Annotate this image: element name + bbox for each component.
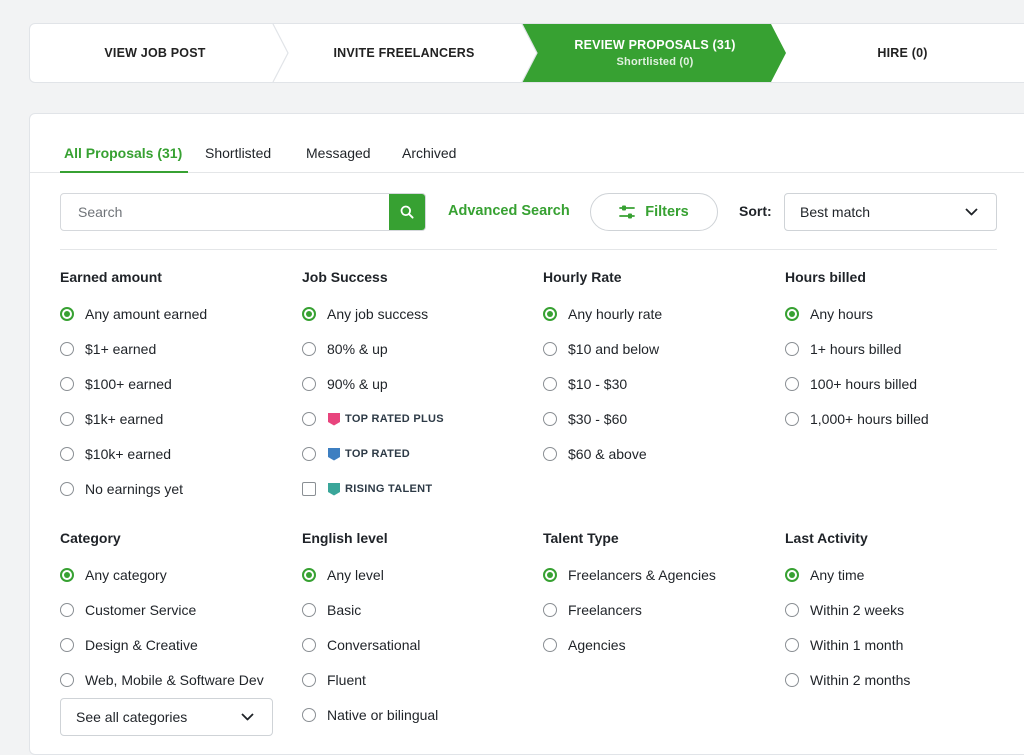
group-title: Earned amount <box>60 269 162 285</box>
radio-option[interactable]: Basic <box>302 600 361 620</box>
radio-option[interactable]: Any level <box>302 565 384 585</box>
step-label: REVIEW PROPOSALS (31) <box>574 38 736 52</box>
proposal-tabs: All Proposals (31) Shortlisted Messaged … <box>30 114 1024 173</box>
group-title: Category <box>60 530 121 546</box>
advanced-search-link[interactable]: Advanced Search <box>448 203 570 219</box>
radio-option[interactable]: Within 2 months <box>785 670 910 690</box>
radio-option[interactable]: Customer Service <box>60 600 196 620</box>
sort-value: Best match <box>800 204 871 220</box>
group-title: Job Success <box>302 269 388 285</box>
top-rated-icon <box>328 448 340 461</box>
search-button[interactable] <box>389 194 425 230</box>
radio-option[interactable]: Within 1 month <box>785 635 903 655</box>
step-hire[interactable]: HIRE (0) <box>780 24 1024 82</box>
filter-category: Category Any category Customer Service D… <box>60 528 300 748</box>
search-icon <box>400 205 414 219</box>
radio-option[interactable]: Fluent <box>302 670 366 690</box>
tab-all-proposals[interactable]: All Proposals (31) <box>59 145 189 173</box>
radio-option[interactable]: 100+ hours billed <box>785 374 917 394</box>
radio-option[interactable]: Agencies <box>543 635 626 655</box>
radio-option[interactable]: Design & Creative <box>60 635 198 655</box>
radio-option[interactable]: 80% & up <box>302 339 388 359</box>
step-label: INVITE FREELANCERS <box>333 46 475 60</box>
filter-english-level: English level Any level Basic Conversati… <box>302 528 542 748</box>
radio-option[interactable]: Within 2 weeks <box>785 600 904 620</box>
chevron-down-icon <box>241 713 254 721</box>
top-rated-plus-icon <box>328 413 340 426</box>
group-title: Last Activity <box>785 530 868 546</box>
tab-shortlisted[interactable]: Shortlisted <box>205 145 271 173</box>
search-box <box>60 193 426 231</box>
filter-talent-type: Talent Type Freelancers & Agencies Freel… <box>543 528 783 748</box>
divider <box>60 249 997 250</box>
radio-option[interactable]: 1+ hours billed <box>785 339 901 359</box>
filter-hourly-rate: Hourly Rate Any hourly rate $10 and belo… <box>543 267 783 507</box>
radio-option[interactable]: $10 and below <box>543 339 659 359</box>
top-rated-plus-badge: TOP RATED PLUS <box>327 412 444 426</box>
filters-button[interactable]: Filters <box>590 193 718 231</box>
tab-messaged[interactable]: Messaged <box>306 145 371 173</box>
step-review-proposals[interactable]: REVIEW PROPOSALS (31) Shortlisted (0) <box>530 24 780 82</box>
radio-option[interactable]: $10k+ earned <box>60 444 171 464</box>
group-title: English level <box>302 530 388 546</box>
step-sublabel: Shortlisted (0) <box>616 56 694 68</box>
radio-option[interactable]: Any time <box>785 565 864 585</box>
filter-hours-billed: Hours billed Any hours 1+ hours billed 1… <box>785 267 1024 507</box>
radio-option[interactable]: 1,000+ hours billed <box>785 409 929 429</box>
see-all-label: See all categories <box>76 709 188 725</box>
chevron-down-icon <box>965 208 978 216</box>
step-label: VIEW JOB POST <box>104 46 206 60</box>
hiring-stepper: VIEW JOB POST INVITE FREELANCERS REVIEW … <box>29 23 1024 83</box>
radio-option[interactable]: $1k+ earned <box>60 409 163 429</box>
radio-option[interactable]: No earnings yet <box>60 479 183 499</box>
radio-option[interactable]: Freelancers <box>543 600 642 620</box>
tab-archived[interactable]: Archived <box>402 145 456 173</box>
step-label: HIRE (0) <box>877 46 928 60</box>
checkbox-option-rising-talent[interactable]: RISING TALENT <box>302 479 432 499</box>
top-rated-badge: TOP RATED <box>327 447 410 461</box>
step-view-job-post[interactable]: VIEW JOB POST <box>30 24 280 82</box>
radio-option[interactable]: Any hourly rate <box>543 304 662 324</box>
search-input[interactable] <box>61 194 389 230</box>
see-all-categories-select[interactable]: See all categories <box>60 698 273 736</box>
radio-option[interactable]: Web, Mobile & Software Dev <box>60 670 264 690</box>
filters-label: Filters <box>645 204 689 220</box>
step-invite-freelancers[interactable]: INVITE FREELANCERS <box>280 24 528 82</box>
proposals-card: All Proposals (31) Shortlisted Messaged … <box>29 113 1024 755</box>
group-title: Talent Type <box>543 530 619 546</box>
radio-option[interactable]: $1+ earned <box>60 339 156 359</box>
radio-option[interactable]: Any hours <box>785 304 873 324</box>
sort-select[interactable]: Best match <box>784 193 997 231</box>
radio-option[interactable]: Any amount earned <box>60 304 207 324</box>
group-title: Hours billed <box>785 269 866 285</box>
radio-option[interactable]: $10 - $30 <box>543 374 627 394</box>
radio-option[interactable]: 90% & up <box>302 374 388 394</box>
group-title: Hourly Rate <box>543 269 622 285</box>
radio-option[interactable]: $60 & above <box>543 444 647 464</box>
filter-earned-amount: Earned amount Any amount earned $1+ earn… <box>60 267 300 507</box>
radio-option[interactable]: $30 - $60 <box>543 409 627 429</box>
radio-option-top-rated[interactable]: TOP RATED <box>302 444 410 464</box>
filter-job-success: Job Success Any job success 80% & up 90%… <box>302 267 542 507</box>
radio-option[interactable]: Freelancers & Agencies <box>543 565 716 585</box>
radio-option[interactable]: Native or bilingual <box>302 705 438 725</box>
radio-option[interactable]: Any job success <box>302 304 428 324</box>
sort-label: Sort: <box>739 203 772 219</box>
rising-talent-icon <box>328 483 340 496</box>
radio-option[interactable]: $100+ earned <box>60 374 172 394</box>
radio-option-top-rated-plus[interactable]: TOP RATED PLUS <box>302 409 444 429</box>
radio-option[interactable]: Conversational <box>302 635 420 655</box>
rising-talent-badge: RISING TALENT <box>327 482 432 496</box>
sliders-icon <box>619 205 636 219</box>
filter-last-activity: Last Activity Any time Within 2 weeks Wi… <box>785 528 1024 748</box>
radio-option[interactable]: Any category <box>60 565 167 585</box>
